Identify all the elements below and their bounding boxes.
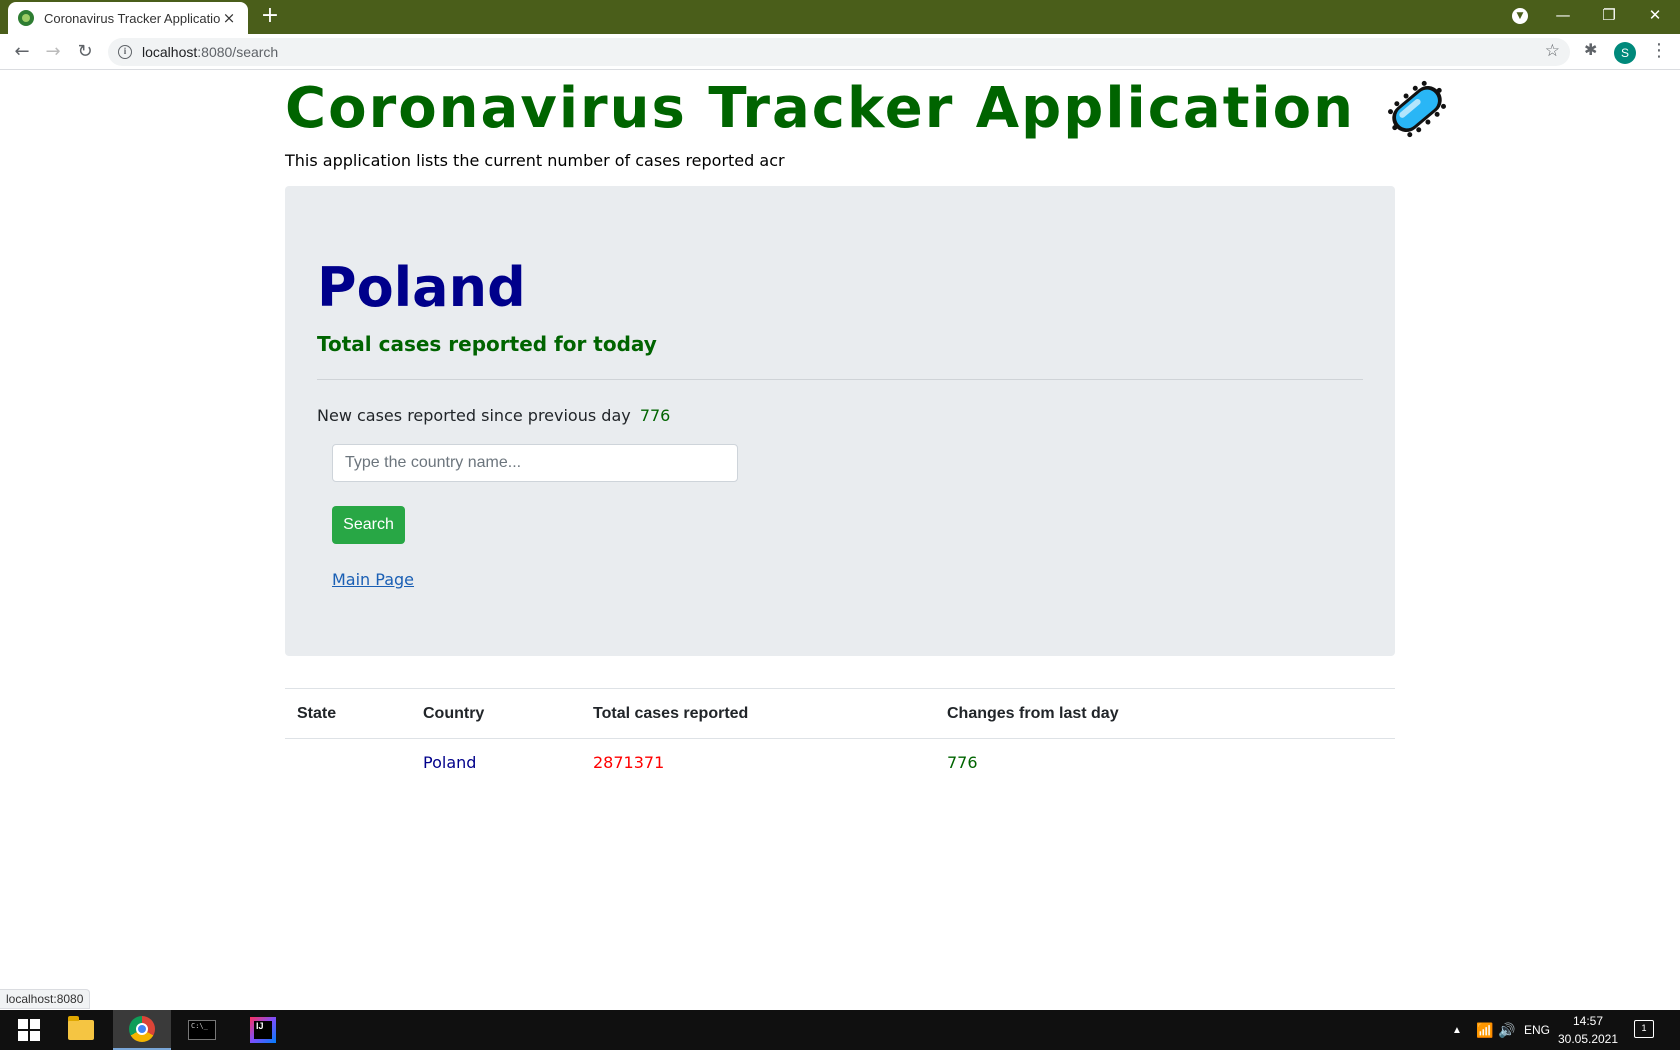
restore-icon[interactable]: ❐ (1586, 0, 1632, 30)
window-close-icon[interactable]: ✕ (1632, 0, 1678, 30)
new-cases-text: New cases reported since previous day 77… (317, 406, 670, 425)
back-icon[interactable]: ← (10, 40, 34, 64)
country-search-input[interactable] (332, 444, 738, 482)
volume-icon[interactable]: 🔊 (1498, 1010, 1515, 1050)
minimize-icon[interactable]: — (1540, 0, 1586, 30)
info-icon[interactable]: i (118, 45, 132, 59)
divider (317, 379, 1363, 380)
menu-icon[interactable]: ⋮ (1650, 40, 1668, 61)
url-text: localhost:8080/search (142, 44, 279, 60)
search-button[interactable]: Search (332, 506, 405, 544)
header-total: Total cases reported (593, 704, 749, 722)
windows-taskbar: C:\_ ▲ 📶 🔊 ENG 14:57 30.05.2021 1 (0, 1010, 1680, 1050)
reload-icon[interactable]: ↻ (73, 40, 97, 64)
status-url-bubble: localhost:8080 (0, 989, 91, 1009)
jumbotron: Poland Total cases reported for today Ne… (285, 186, 1395, 656)
clock-date: 30.05.2021 (1557, 1032, 1619, 1046)
page-content: Coronavirus Tracker Application This app… (285, 70, 1446, 772)
browser-tab-bar: Coronavirus Tracker Application × + ▼ — … (0, 0, 1680, 34)
intellij-icon (250, 1017, 276, 1043)
terminal-icon: C:\_ (188, 1020, 216, 1040)
microbe-icon (1385, 77, 1449, 141)
clock-time: 14:57 (1572, 1014, 1604, 1028)
header-country: Country (423, 704, 485, 722)
cell-state (285, 739, 411, 787)
extensions-icon[interactable]: ✱ (1584, 40, 1597, 59)
lead-text: Total cases reported for today (317, 332, 657, 356)
start-button[interactable] (0, 1010, 58, 1050)
address-bar[interactable]: i localhost:8080/search ☆ (108, 38, 1570, 66)
language-indicator[interactable]: ENG (1524, 1010, 1550, 1050)
cases-table: State Country Total cases reported Chang… (285, 688, 1395, 787)
header-state: State (297, 704, 337, 722)
network-icon[interactable]: 📶 (1476, 1010, 1493, 1050)
cell-country: Poland (423, 753, 477, 773)
new-tab-button[interactable]: + (258, 4, 282, 28)
page-subtitle: This application lists the current numbe… (285, 151, 785, 170)
folder-icon (68, 1016, 94, 1040)
tab-title: Coronavirus Tracker Application (44, 10, 220, 26)
forward-icon[interactable]: → (41, 40, 65, 64)
chrome-icon (129, 1016, 155, 1042)
tab-close-icon[interactable]: × (220, 9, 238, 27)
chrome-taskbar-button[interactable] (113, 1010, 171, 1050)
page-title: Coronavirus Tracker Application (285, 70, 1446, 148)
header-change: Changes from last day (947, 704, 1119, 722)
table-header-row: State Country Total cases reported Chang… (285, 688, 1395, 739)
country-heading: Poland (317, 256, 526, 319)
table-row: Poland 2871371 776 (285, 739, 1395, 787)
show-hidden-icons[interactable]: ▲ (1452, 1010, 1462, 1050)
page-title-text: Coronavirus Tracker Application (285, 76, 1355, 141)
browser-toolbar: ← → ↻ i localhost:8080/search ☆ ✱ S ⋮ (0, 34, 1680, 70)
file-explorer-button[interactable] (52, 1010, 110, 1050)
tab-search-icon[interactable]: ▼ (1512, 8, 1528, 24)
cell-change: 776 (947, 753, 978, 773)
clock[interactable]: 14:57 30.05.2021 (1548, 1012, 1628, 1048)
cmd-taskbar-button[interactable]: C:\_ (173, 1010, 231, 1050)
intellij-taskbar-button[interactable] (234, 1010, 292, 1050)
cell-total: 2871371 (593, 753, 665, 773)
windows-logo-icon (18, 1019, 40, 1041)
new-cases-value: 776 (639, 406, 671, 425)
virus-favicon-icon (18, 10, 34, 26)
main-page-link[interactable]: Main Page (332, 570, 414, 589)
browser-tab[interactable]: Coronavirus Tracker Application × (8, 2, 248, 34)
notification-icon[interactable]: 1 (1634, 1020, 1654, 1038)
avatar[interactable]: S (1614, 42, 1636, 64)
new-cases-label: New cases reported since previous day (317, 406, 631, 425)
star-icon[interactable]: ☆ (1545, 41, 1560, 61)
